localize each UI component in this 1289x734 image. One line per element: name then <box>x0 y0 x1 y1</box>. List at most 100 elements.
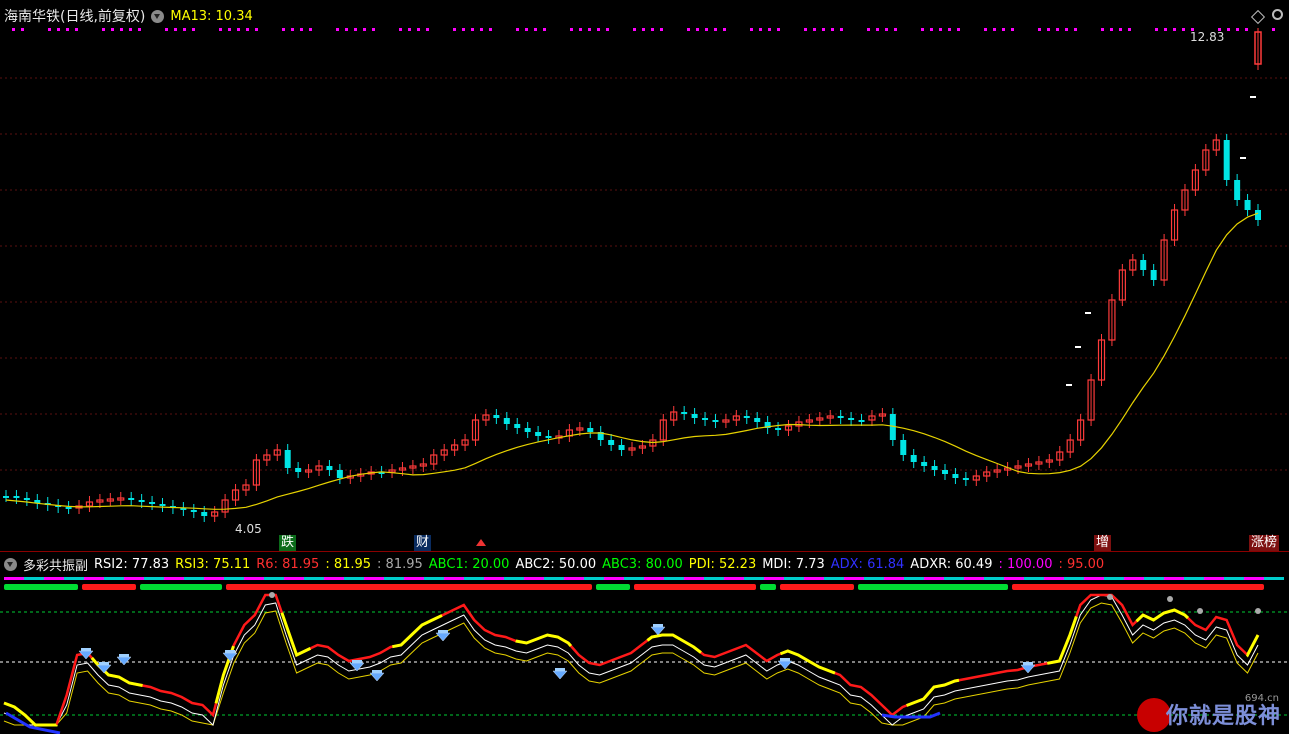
strip-mark <box>184 577 204 580</box>
signal-dot <box>192 28 195 31</box>
candle-body <box>931 466 938 470</box>
candle-body <box>743 416 750 418</box>
signal-dot <box>480 28 483 31</box>
candle-body <box>1244 200 1251 210</box>
indicator-value-8: PDI: 52.23 <box>688 557 757 572</box>
signal-dot <box>399 28 402 31</box>
status-bar-segment <box>780 584 854 590</box>
candle-body <box>942 470 948 474</box>
strip-mark <box>444 577 464 580</box>
signal-dot <box>723 28 726 31</box>
candle-body <box>159 504 166 506</box>
strip-mark <box>24 577 44 580</box>
signal-dot <box>408 28 411 31</box>
candle-body <box>326 466 333 470</box>
peak-dot <box>1167 596 1173 602</box>
status-bar-segment <box>140 584 222 590</box>
strip-mark <box>784 577 804 580</box>
strip-mark <box>884 577 904 580</box>
candle-body <box>295 468 302 472</box>
signal-dot <box>597 28 600 31</box>
price-chart[interactable] <box>0 0 1289 552</box>
signal-dot <box>867 28 870 31</box>
strip-mark <box>964 577 984 580</box>
low-price-label: 4.05 <box>235 522 262 536</box>
candle-body <box>514 424 521 428</box>
signal-dot <box>759 28 762 31</box>
strip-mark <box>384 577 404 580</box>
candle-body <box>858 420 865 422</box>
panel-divider[interactable] <box>0 551 1289 552</box>
strip-mark <box>604 577 624 580</box>
signal-dot <box>687 28 690 31</box>
signal-dot <box>228 28 231 31</box>
signal-dot <box>183 28 186 31</box>
diamond-signal-top <box>555 668 565 671</box>
status-bar-segment <box>760 584 776 590</box>
strip-mark <box>1144 577 1164 580</box>
event-tag-2[interactable]: 财 <box>414 535 432 551</box>
indicator-value-12: : 100.00 <box>998 557 1053 572</box>
signal-dot <box>1065 28 1068 31</box>
indicator-dropdown-icon[interactable] <box>4 558 17 571</box>
signal-dot <box>1002 28 1005 31</box>
candle-body <box>138 500 145 502</box>
strip-mark <box>1084 577 1104 580</box>
signal-dot <box>813 28 816 31</box>
candle-body <box>284 450 291 468</box>
diamond-signal-top <box>780 658 790 661</box>
strip-mark <box>724 577 744 580</box>
diamond-signal-top <box>81 648 91 651</box>
strip-mark <box>1244 577 1264 580</box>
candle-body <box>1150 270 1157 280</box>
strip-mark <box>684 577 704 580</box>
strip-mark <box>1044 577 1064 580</box>
indicator-value-3: : 81.95 <box>325 557 372 572</box>
strip-mark <box>664 577 684 580</box>
peak-dot <box>1197 608 1203 614</box>
dropdown-icon[interactable] <box>151 9 165 23</box>
signal-dot <box>1236 28 1239 31</box>
status-bar-segment <box>4 584 78 590</box>
indicator-value-5: ABC1: 20.00 <box>428 557 510 572</box>
strong-zone-line <box>3 593 1260 727</box>
strip-mark <box>1024 577 1044 580</box>
diamond-signal-top <box>372 670 382 673</box>
candle-body <box>587 428 594 432</box>
candle-body <box>190 510 197 512</box>
signal-dot <box>1272 28 1275 31</box>
arrow-up-icon[interactable] <box>476 539 486 546</box>
gear-icon[interactable] <box>1272 9 1283 20</box>
candle-body <box>848 418 855 420</box>
signal-dot <box>462 28 465 31</box>
candle-body <box>1255 210 1261 220</box>
indicator-chart[interactable] <box>0 575 1289 734</box>
indicator-value-11: ADXR: 60.49 <box>910 557 993 572</box>
candle-body <box>618 445 625 450</box>
signal-dot <box>660 28 663 31</box>
indicator-value-2: R6: 81.95 <box>256 557 320 572</box>
strip-mark <box>764 577 784 580</box>
event-tag-4[interactable]: 涨榜 <box>1249 535 1280 551</box>
limit-up-marker <box>1250 96 1256 98</box>
diamond-signal-icon <box>116 656 132 666</box>
strip-mark <box>864 577 884 580</box>
candle-body <box>493 415 500 418</box>
indicator-value-6: ABC2: 50.00 <box>515 557 597 572</box>
signal-dot <box>1110 28 1113 31</box>
signal-dot <box>750 28 753 31</box>
high-price-label: 12.83 <box>1190 30 1225 44</box>
signal-dot <box>822 28 825 31</box>
indicator-value-13: : 95.00 <box>1058 557 1105 572</box>
signal-dot <box>363 28 366 31</box>
strip-mark <box>904 577 924 580</box>
strip-mark <box>924 577 944 580</box>
event-tag-3[interactable]: 增 <box>1094 535 1112 551</box>
strip-mark <box>364 577 384 580</box>
peak-dot <box>1107 594 1113 600</box>
strip-mark <box>484 577 504 580</box>
signal-dot <box>12 28 15 31</box>
strip-mark <box>104 577 124 580</box>
candle-body <box>1234 180 1241 200</box>
event-tag-1[interactable]: 跌 <box>279 535 297 551</box>
